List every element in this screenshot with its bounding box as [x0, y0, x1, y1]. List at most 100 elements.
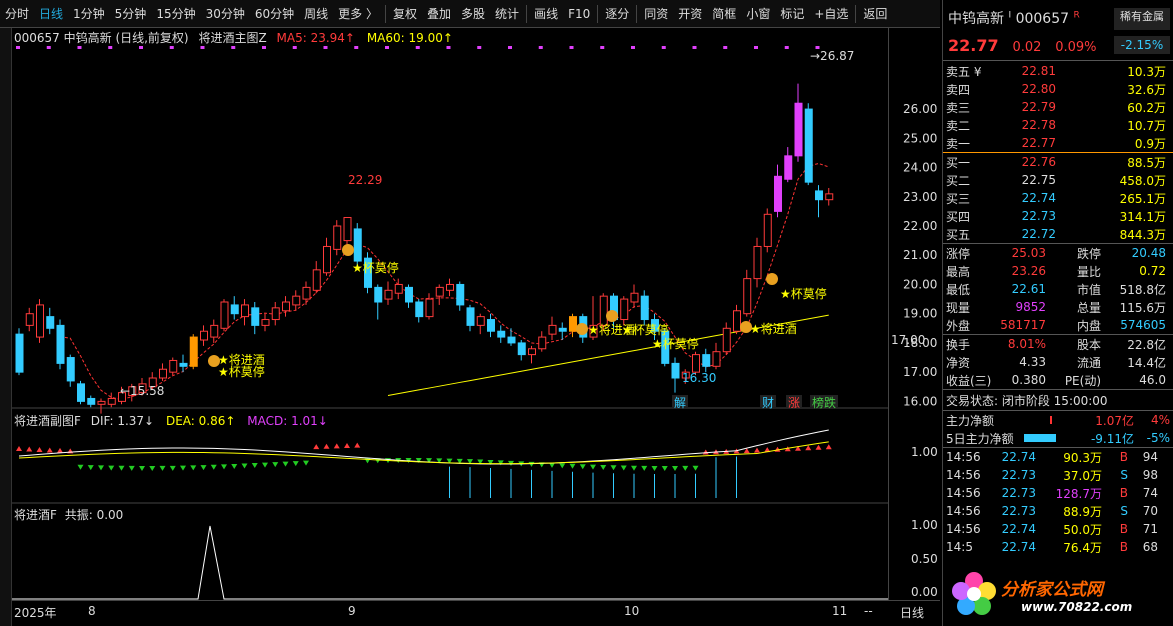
bid-book: 买一 22.76 88.5万 买二 22.75 458.0万 买三 22.74 265.1万 买四… — [943, 153, 1173, 243]
quote-row: 换手 8.01% 股本 22.8亿 — [943, 335, 1173, 353]
stat-label2: 量比 — [1076, 264, 1101, 279]
sub-panel-header: 将进酒副图F DIF: 1.37↓ DEA: 0.86↑ MACD: 1.01↓ — [14, 412, 328, 429]
toolbar-item[interactable]: 分时 — [0, 0, 34, 28]
x-axis-scroll[interactable]: -- — [864, 604, 873, 618]
candle-body — [292, 295, 301, 306]
tick-volume: 50.0万 — [1063, 522, 1102, 537]
candle-body — [169, 359, 178, 373]
macd-arrow — [210, 464, 217, 470]
candle-body — [497, 330, 506, 338]
stat2-label: 换手 — [946, 337, 971, 352]
toolbar-item[interactable]: 30分钟 — [201, 0, 250, 28]
top-signal-dot — [108, 46, 113, 49]
left-sidebar-strip[interactable] — [0, 28, 12, 626]
stat-label: 现量 — [946, 300, 971, 315]
macd-arrow — [682, 465, 689, 471]
toolbar-item[interactable]: 15分钟 — [151, 0, 200, 28]
top-signal-dot — [231, 46, 236, 49]
toolbar-item[interactable]: 1分钟 — [68, 0, 110, 28]
stat-value: 581717 — [1000, 318, 1046, 332]
tick-volume: 90.3万 — [1063, 450, 1102, 465]
toolbar-item[interactable]: 小窗 — [741, 0, 775, 28]
candle-body — [671, 362, 680, 379]
candle-body — [15, 333, 24, 373]
quote-row: 最低 22.61 市值 518.8亿 — [943, 280, 1173, 298]
tick-volume: 88.9万 — [1063, 504, 1102, 519]
toolbar-item[interactable]: 复权 — [388, 0, 422, 28]
toolbar: 分时 日线 1分钟 5分钟 15分钟 30分钟 60分钟 周线 更多 〉复权 叠加 多股 统计 画线 F1… — [0, 0, 940, 28]
candle-body — [415, 301, 424, 318]
toolbar-item[interactable]: 5分钟 — [110, 0, 152, 28]
toolbar-item[interactable]: 标记 — [775, 0, 809, 28]
macd-arrow — [323, 443, 330, 449]
stat-value2: 20.48 — [1131, 246, 1166, 260]
toolbar-item[interactable]: 日线 — [34, 0, 68, 28]
ask-price: 22.79 — [1021, 100, 1056, 114]
candle-body — [241, 304, 249, 318]
candle-body — [323, 245, 331, 274]
sub2-y-tick: 0.00 — [911, 585, 938, 599]
signal-label: ★杯莫停 — [780, 286, 827, 301]
y-tick-label: 16.00 — [903, 394, 937, 408]
tick-volume: 37.0万 — [1063, 468, 1102, 483]
sector-tag[interactable]: 稀有金属 — [1114, 8, 1170, 30]
candle-body — [712, 351, 721, 367]
flow-value: -9.11亿 — [1090, 431, 1134, 446]
y-tick-label: 20.00 — [903, 277, 937, 291]
sub-indicator-name[interactable]: 将进酒副图F — [14, 414, 81, 428]
toolbar-divider — [526, 4, 528, 23]
candle-body — [353, 228, 362, 262]
flow-row[interactable]: 5日主力净额 -9.11亿 -5% — [943, 429, 1173, 447]
tick-volume: 128.7万 — [1055, 486, 1102, 501]
ask-volume: 32.6万 — [1127, 82, 1166, 97]
kline-chart[interactable]: 22.29←15.58→26.8716.30★将进酒★杯莫停★杯莫停★将进酒★杯… — [12, 28, 888, 600]
low-label: ←15.58 — [120, 384, 164, 398]
signal-label: ★杯莫停 — [352, 260, 399, 275]
toolbar-item[interactable]: 60分钟 — [250, 0, 299, 28]
toolbar-item[interactable]: 周线 — [299, 0, 333, 28]
ma60-value: MA60: 19.00↑ — [366, 31, 453, 45]
candle-body — [733, 310, 741, 332]
stat2-label2: PE(动) — [1064, 373, 1101, 388]
candle-body — [702, 354, 711, 367]
candle-body — [282, 301, 290, 312]
flow-row[interactable]: 主力净额 1.07亿 4% — [943, 411, 1173, 429]
stat-label: 最低 — [946, 282, 971, 297]
toolbar-item[interactable]: 开资 — [673, 0, 707, 28]
ask-volume: 10.3万 — [1127, 64, 1166, 79]
candle-body — [466, 307, 475, 326]
signal-label: ★将进酒 — [750, 322, 797, 336]
y-tick-label: 19.00 — [903, 307, 937, 321]
candle-body — [271, 307, 280, 321]
stat2-value: 4.33 — [1019, 355, 1046, 369]
toolbar-item[interactable]: 多股 — [456, 0, 490, 28]
resonance-line — [12, 525, 888, 600]
sub2-indicator-name[interactable]: 将进酒F — [14, 508, 57, 522]
toolbar-item[interactable]: 同资 — [639, 0, 673, 28]
toolbar-item[interactable]: 统计 — [490, 0, 524, 28]
toolbar-item[interactable]: 逐分 — [600, 0, 634, 28]
top-signal-dot — [354, 46, 359, 49]
toolbar-item[interactable]: 返回 — [858, 0, 892, 28]
watermark: 分析家公式网 www.70822.com — [951, 566, 1173, 622]
toolbar-item[interactable]: +自选 — [809, 0, 853, 28]
toolbar-item[interactable]: F10 — [563, 0, 595, 28]
top-signal-dot — [446, 46, 451, 49]
y-tick-label: 23.00 — [903, 190, 937, 204]
toolbar-item[interactable]: 更多 〉 — [333, 0, 383, 28]
chart-area[interactable]: 22.29 ←15.58 →26.87 16.30 ★将进酒 ★杯莫停 ★杯莫停 ★将进酒 ★杯… — [12, 28, 888, 600]
candle-body — [558, 327, 567, 332]
y-tick-label: 24.00 — [903, 161, 937, 175]
toolbar-item[interactable]: 叠加 — [422, 0, 456, 28]
macd-arrow — [282, 461, 289, 467]
flow-bar — [1024, 416, 1082, 424]
toolbar-item[interactable]: 画线 — [529, 0, 563, 28]
quote-row: 最高 23.26 量比 0.72 — [943, 262, 1173, 280]
ask-price: 22.80 — [1021, 82, 1056, 96]
toolbar-item[interactable]: 简框 — [707, 0, 741, 28]
bid-volume: 265.1万 — [1119, 191, 1166, 206]
macd-arrow — [190, 465, 197, 471]
period-label[interactable]: 日线 — [900, 604, 924, 621]
macd-arrow — [559, 463, 566, 469]
indicator-name[interactable]: 将进酒主图Z — [198, 31, 266, 45]
